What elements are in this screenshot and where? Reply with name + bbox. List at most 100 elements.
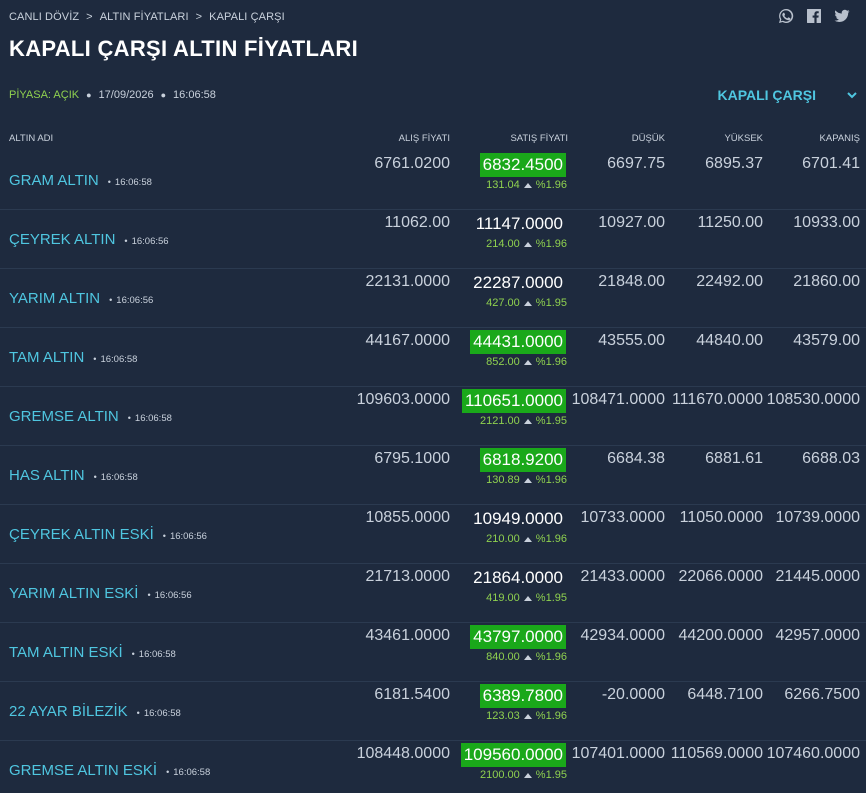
price-change: 419.00 %1.95: [486, 592, 567, 604]
gold-name: YARIM ALTIN ESKİ: [9, 585, 139, 602]
price-change: 2100.00 %1.95: [480, 769, 567, 781]
change-value: 214.00: [486, 238, 520, 250]
low-price: 21848.00: [598, 273, 665, 290]
gold-name-link[interactable]: TAM ALTIN ESKİ 16:06:58: [9, 644, 176, 661]
close-price: 108530.0000: [766, 391, 860, 408]
gold-name-link[interactable]: GREMSE ALTIN 16:06:58: [9, 408, 172, 425]
update-time: 16:06:56: [163, 531, 207, 542]
chevron-right-icon: >: [195, 11, 203, 23]
bid-price: 109603.0000: [356, 391, 450, 408]
table-row[interactable]: HAS ALTIN 16:06:58 6795.1000 6818.9200 1…: [0, 446, 866, 505]
ask-price: 44431.0000: [470, 330, 566, 354]
gold-name-link[interactable]: 22 AYAR BİLEZİK 16:06:58: [9, 703, 181, 720]
table-row[interactable]: GRAM ALTIN 16:06:58 6761.0200 6832.4500 …: [0, 151, 866, 210]
close-price: 21860.00: [793, 273, 860, 290]
gold-name: 22 AYAR BİLEZİK: [9, 703, 128, 720]
gold-name-link[interactable]: YARIM ALTIN 16:06:56: [9, 290, 153, 307]
arrow-up-icon: [523, 477, 532, 483]
breadcrumb-grand-bazaar[interactable]: KAPALI ÇARŞI: [209, 11, 285, 23]
breadcrumb-live-currency[interactable]: CANLI DÖVİZ: [9, 11, 79, 23]
change-percent: %1.95: [535, 297, 567, 309]
gold-name-link[interactable]: ÇEYREK ALTIN 16:06:56: [9, 231, 169, 248]
ask-price: 10949.0000: [473, 509, 563, 528]
market-open-label: PİYASA: AÇIK: [9, 89, 80, 101]
price-change: 427.00 %1.95: [486, 297, 567, 309]
ask-price: 6832.4500: [479, 153, 566, 177]
gold-name: ÇEYREK ALTIN: [9, 231, 116, 248]
table-row[interactable]: TAM ALTIN ESKİ 16:06:58 43461.0000 43797…: [0, 623, 866, 682]
price-change: 840.00 %1.96: [486, 651, 567, 663]
arrow-up-icon: [523, 772, 532, 778]
price-change: 210.00 %1.96: [486, 533, 567, 545]
gold-name-link[interactable]: YARIM ALTIN ESKİ 16:06:56: [9, 585, 192, 602]
gold-name-link[interactable]: ÇEYREK ALTIN ESKİ 16:06:56: [9, 526, 207, 543]
change-value: 852.00: [486, 356, 520, 368]
price-change: 2121.00 %1.95: [480, 415, 567, 427]
low-price: -20.0000: [601, 686, 665, 703]
arrow-up-icon: [523, 713, 532, 719]
change-value: 427.00: [486, 297, 520, 309]
arrow-up-icon: [523, 536, 532, 542]
low-price: 6697.75: [607, 155, 665, 172]
arrow-up-icon: [523, 595, 532, 601]
price-change: 131.04 %1.96: [486, 179, 567, 191]
breadcrumb-gold-prices[interactable]: ALTIN FİYATLARI: [100, 11, 189, 23]
market-select[interactable]: KAPALI ÇARŞI: [717, 87, 858, 103]
close-price: 42957.0000: [775, 627, 860, 644]
chevron-right-icon: >: [86, 11, 93, 23]
high-price: 11050.0000: [679, 509, 763, 526]
whatsapp-icon[interactable]: [778, 8, 794, 24]
table-row[interactable]: 22 AYAR BİLEZİK 16:06:58 6181.5400 6389.…: [0, 682, 866, 741]
change-value: 419.00: [486, 592, 520, 604]
change-percent: %1.96: [535, 179, 567, 191]
close-price: 6701.41: [802, 155, 860, 172]
change-value: 2121.00: [480, 415, 520, 427]
table-row[interactable]: YARIM ALTIN 16:06:56 22131.0000 22287.00…: [0, 269, 866, 328]
price-change: 130.89 %1.96: [486, 474, 567, 486]
bid-price: 43461.0000: [365, 627, 450, 644]
change-value: 2100.00: [480, 769, 520, 781]
gold-name-link[interactable]: GREMSE ALTIN ESKİ 16:06:58: [9, 762, 210, 779]
price-change: 214.00 %1.96: [486, 238, 567, 250]
column-header-name: ALTIN ADI: [9, 133, 54, 144]
market-status: PİYASA: AÇIK ● 17/09/2026 ● 16:06:58: [9, 89, 216, 101]
change-percent: %1.96: [535, 651, 567, 663]
status-time: 16:06:58: [173, 89, 216, 101]
table-row[interactable]: YARIM ALTIN ESKİ 16:06:56 21713.0000 218…: [0, 564, 866, 623]
update-time: 16:06:56: [147, 590, 192, 601]
ask-price: 43797.0000: [470, 625, 566, 649]
high-price: 6881.61: [705, 450, 763, 467]
close-price: 6688.03: [802, 450, 860, 467]
twitter-icon[interactable]: [834, 8, 850, 24]
column-header-bid: ALIŞ FİYATI: [398, 133, 450, 144]
gold-name: TAM ALTIN ESKİ: [9, 644, 123, 661]
bid-price: 6795.1000: [374, 450, 450, 467]
table-row[interactable]: GREMSE ALTIN 16:06:58 109603.0000 110651…: [0, 387, 866, 446]
table-row[interactable]: ÇEYREK ALTIN ESKİ 16:06:56 10855.0000 10…: [0, 505, 866, 564]
low-price: 43555.00: [598, 332, 665, 349]
high-price: 11250.00: [697, 214, 763, 231]
update-time: 16:06:56: [109, 295, 153, 306]
market-select-value: KAPALI ÇARŞI: [717, 87, 816, 103]
separator-dot: ●: [160, 90, 167, 100]
update-time: 16:06:58: [93, 354, 137, 365]
column-header-high: YÜKSEK: [724, 133, 763, 144]
table-row[interactable]: ÇEYREK ALTIN 16:06:56 11062.00 11147.000…: [0, 210, 866, 269]
gold-name-link[interactable]: GRAM ALTIN 16:06:58: [9, 172, 152, 189]
update-time: 16:06:58: [166, 767, 210, 778]
change-value: 131.04: [486, 179, 520, 191]
close-price: 10739.0000: [775, 509, 860, 526]
bid-price: 6761.0200: [374, 155, 450, 172]
bid-price: 108448.0000: [356, 745, 450, 762]
change-percent: %1.96: [535, 356, 567, 368]
gold-name-link[interactable]: HAS ALTIN 16:06:58: [9, 467, 138, 484]
gold-name-link[interactable]: TAM ALTIN 16:06:58: [9, 349, 137, 366]
table-row[interactable]: TAM ALTIN 16:06:58 44167.0000 44431.0000…: [0, 328, 866, 387]
social-share: [778, 8, 850, 24]
table-header: ALTIN ADI ALIŞ FİYATI SATIŞ FİYATI DÜŞÜK…: [0, 133, 866, 147]
bid-price: 44167.0000: [365, 332, 450, 349]
table-row[interactable]: GREMSE ALTIN ESKİ 16:06:58 108448.0000 1…: [0, 741, 866, 793]
facebook-icon[interactable]: [806, 8, 822, 24]
chevron-down-icon: [847, 92, 857, 99]
gold-name: HAS ALTIN: [9, 467, 85, 484]
